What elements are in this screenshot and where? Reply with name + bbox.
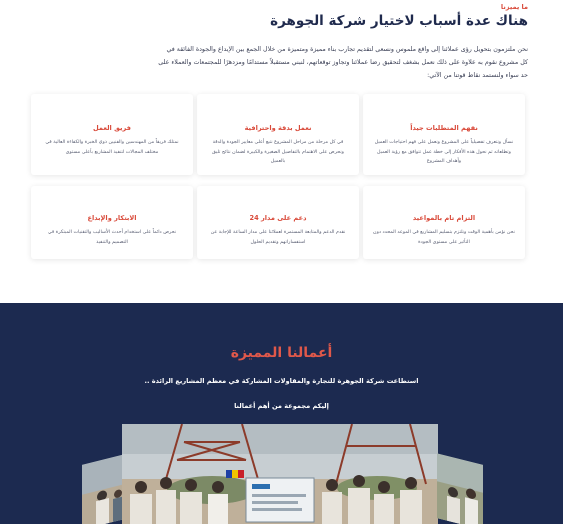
feature-description: نسأل ونتعرف تفصيلياً على المشروع ونعمل ع… <box>374 140 514 164</box>
works-subtitle-2: إليكم مجموعة من أهم أعمالنا <box>234 402 329 410</box>
feature-title: التزام تام بالمواعيد <box>412 214 476 222</box>
works-title: أعمالنا المميزة <box>230 345 333 361</box>
why-choose-us-section: ما يميزنا هناك عدة أسباب لاختيار شركة ال… <box>0 0 563 303</box>
feature-title: نفهم المتطلبات جيداً <box>410 124 478 132</box>
gallery-slide-current[interactable] <box>122 424 438 524</box>
feature-card-requirements: نفهم المتطلبات جيداً نسأل ونتعرف تفصيليا… <box>363 94 525 175</box>
feature-description: في كل مرحلة من مراحل المشروع نتبع أعلى م… <box>212 140 344 164</box>
feature-title: دعم على مدار 24 <box>249 214 307 222</box>
feature-card-innovation: الابتكار والإبداع نحرص دائماً على استخدا… <box>31 186 193 259</box>
feature-card-support: دعم على مدار 24 نقدم الدعم والمتابعة الم… <box>197 186 359 259</box>
our-works-section: أعمالنا المميزة استطاعت شركة الجوهرة للت… <box>0 303 563 524</box>
project-photo <box>122 424 438 524</box>
section-eyebrow: ما يميزنا <box>500 3 528 11</box>
section-intro: نحن ملتزمون بتحويل رؤى عملائنا إلى واقع … <box>158 46 528 79</box>
feature-description: نقدم الدعم والمتابعة المستمرة لعملائنا ع… <box>210 230 346 245</box>
feature-card-team: فريق العمل نمتلك فريقاً من المهندسين وال… <box>31 94 193 175</box>
works-subtitle: استطاعت شركة الجوهرة للتجارة والمقاولات … <box>144 377 419 385</box>
section-heading: هناك عدة أسباب لاختيار شركة الجوهرة <box>270 13 528 29</box>
feature-card-precision: نعمل بدقة واحترافية في كل مرحلة من مراحل… <box>197 94 359 175</box>
feature-description: نحرص دائماً على استخدام أحدث الأساليب وا… <box>47 230 177 245</box>
project-photo-next <box>437 453 483 524</box>
feature-card-deadlines: التزام تام بالمواعيد نحن نؤمن بأهمية الو… <box>363 186 525 259</box>
feature-title: نعمل بدقة واحترافية <box>244 124 312 132</box>
feature-description: نمتلك فريقاً من المهندسين والفنيين ذوي ا… <box>45 140 179 155</box>
features-grid: نفهم المتطلبات جيداً نسأل ونتعرف تفصيليا… <box>31 94 525 260</box>
gallery-slide-next[interactable] <box>437 453 483 524</box>
feature-title: فريق العمل <box>93 124 131 132</box>
feature-description: نحن نؤمن بأهمية الوقت ونلتزم بتسليم المش… <box>373 230 515 245</box>
feature-title: الابتكار والإبداع <box>87 214 137 222</box>
